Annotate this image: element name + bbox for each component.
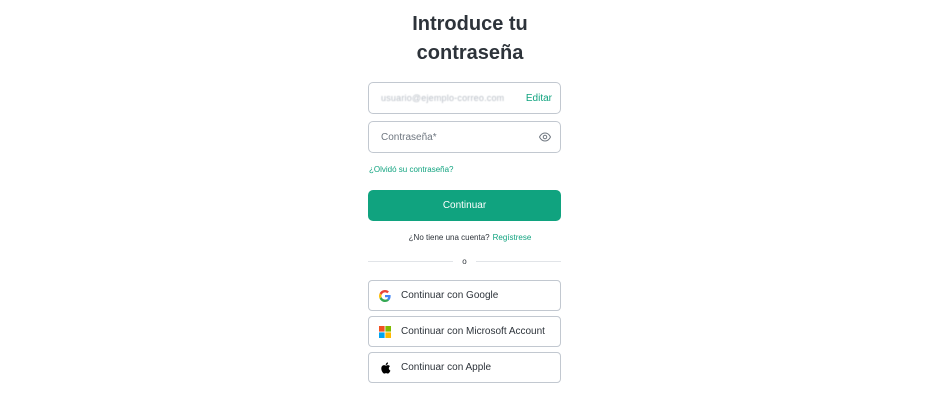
continue-button[interactable]: Continuar <box>368 190 561 221</box>
email-value: usuario@ejemplo-correo.com <box>381 93 505 103</box>
page-title-line-2: contraseña <box>416 42 524 64</box>
microsoft-icon <box>379 325 391 338</box>
page-title: Introduce tu contraseña <box>0 10 940 68</box>
apple-login-button[interactable]: Continuar con Apple <box>368 352 561 383</box>
apple-icon <box>379 361 391 374</box>
email-field: usuario@ejemplo-correo.com Editar <box>368 82 561 114</box>
signup-prompt: ¿No tiene una cuenta? Regístrese <box>0 233 940 242</box>
apple-login-label: Continuar con Apple <box>401 362 492 373</box>
microsoft-login-button[interactable]: Continuar con Microsoft Account <box>368 316 561 347</box>
forgot-password-link[interactable]: ¿Olvidó su contraseña? <box>369 165 454 174</box>
signup-link[interactable]: Regístrese <box>493 233 532 242</box>
or-divider: O <box>368 257 561 267</box>
divider-text: O <box>462 257 467 266</box>
google-login-button[interactable]: Continuar con Google <box>368 280 561 311</box>
edit-email-link[interactable]: Editar <box>520 93 552 104</box>
signup-prompt-text: ¿No tiene una cuenta? <box>408 233 490 242</box>
password-field[interactable] <box>368 121 561 153</box>
google-login-label: Continuar con Google <box>401 290 499 301</box>
divider-line-right <box>476 261 561 262</box>
show-password-icon[interactable] <box>538 130 552 144</box>
google-icon <box>379 289 391 302</box>
page-title-line-1: Introduce tu <box>412 13 528 35</box>
microsoft-login-label: Continuar con Microsoft Account <box>401 326 545 337</box>
password-input[interactable] <box>381 131 538 143</box>
